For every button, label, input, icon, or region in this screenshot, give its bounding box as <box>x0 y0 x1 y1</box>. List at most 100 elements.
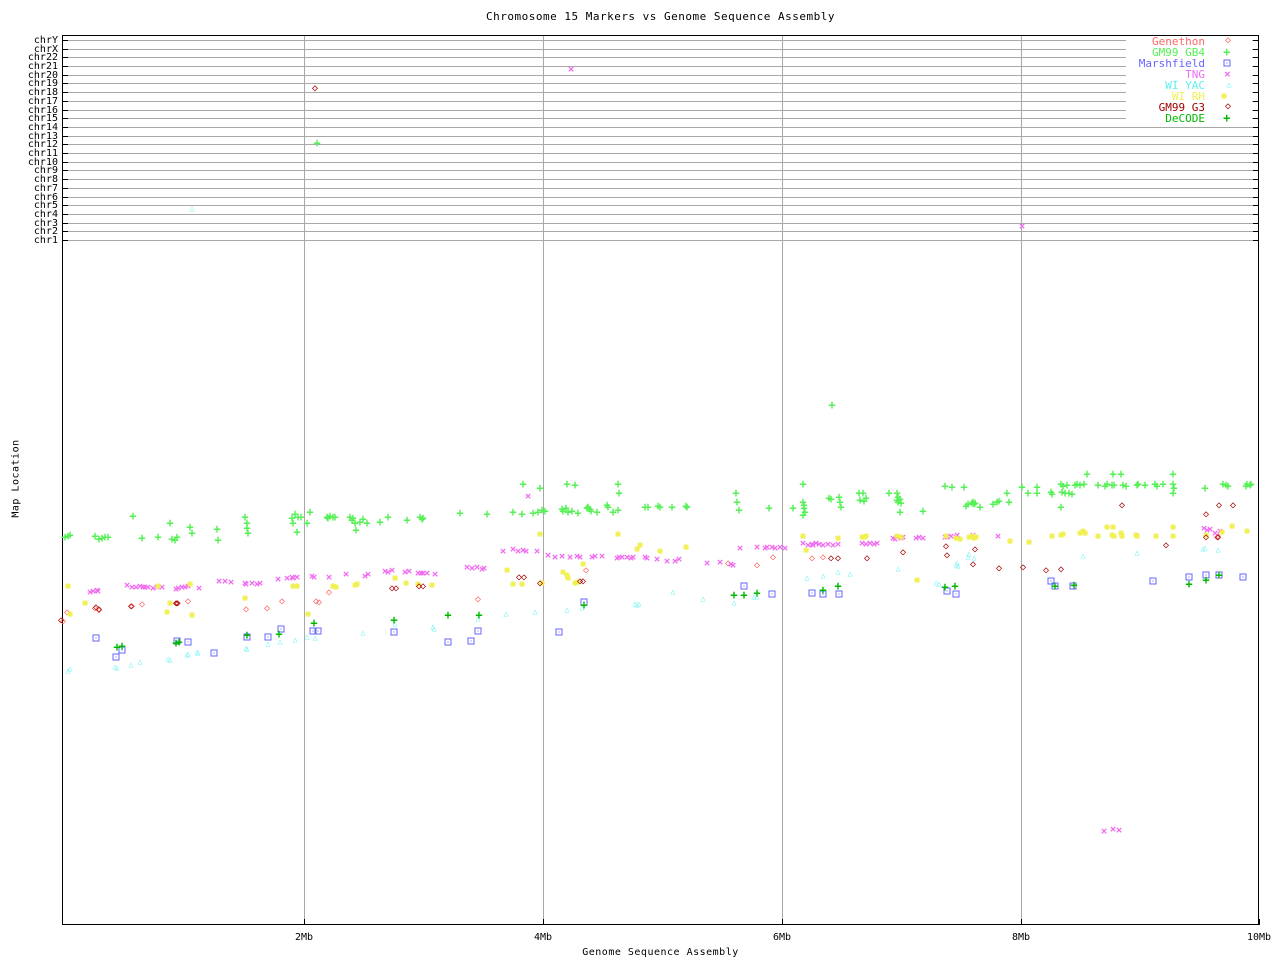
data-point-gm99-g3: ◇ <box>827 553 835 564</box>
data-point-gm99-gb4: + <box>293 525 301 539</box>
data-point-decode: + <box>730 588 738 602</box>
data-point-tng: × <box>598 549 606 563</box>
data-point-gm99-gb4: + <box>376 515 384 529</box>
data-point-wi-yac: △ <box>1080 551 1086 560</box>
data-point-marshfield <box>210 649 218 657</box>
data-point-gm99-gb4: + <box>66 528 74 542</box>
data-point-wi-rh: × + <box>428 578 436 592</box>
data-point-gm99-gb4: + <box>518 507 526 521</box>
data-point-gm99-gb4: + <box>541 504 549 518</box>
data-point-wi-yac: △ <box>312 633 318 642</box>
data-point-gm99-gb4: + <box>214 533 222 547</box>
data-point-tng: × <box>1100 824 1108 838</box>
data-point-gm99-gb4: + <box>419 511 427 525</box>
data-point-wi-rh: × + <box>897 530 905 544</box>
data-point-tng: × <box>873 536 881 550</box>
data-point-gm99-gb4: + <box>129 509 137 523</box>
left-tick-chr18 <box>62 92 68 93</box>
data-point-wi-yac: △ <box>265 639 271 648</box>
data-point-tng: × <box>643 551 651 565</box>
right-tick-chr6 <box>1253 197 1259 198</box>
data-point-wi-yac: △ <box>185 649 191 658</box>
data-point-tng: × <box>919 531 927 545</box>
left-tick-chr15 <box>62 118 68 119</box>
left-tick-chr8 <box>62 179 68 180</box>
data-point-wi-rh: × + <box>862 529 870 543</box>
right-tick-chr4 <box>1253 214 1259 215</box>
data-point-gm99-gb4: + <box>509 505 517 519</box>
left-tick-chr22 <box>62 57 68 58</box>
data-point-gm99-gb4: + <box>1247 477 1255 491</box>
data-point-gm99-gb4: + <box>885 486 893 500</box>
data-point-gm99-g3: ◇ <box>1202 509 1210 520</box>
data-point-decode: + <box>1202 573 1210 587</box>
data-point-gm99-g3: ◇ <box>520 572 528 583</box>
data-point-decode: + <box>444 608 452 622</box>
data-point-tng: × <box>274 572 282 586</box>
data-point-tng: × <box>423 566 431 580</box>
data-point-wi-yac: △ <box>128 660 134 669</box>
data-point-marshfield <box>92 634 100 642</box>
data-point-decode: + <box>390 613 398 627</box>
data-point-gm99-gb4: + <box>765 501 773 515</box>
data-point-gm99-g3: ◇ <box>1042 565 1050 576</box>
data-point-wi-rh: × + <box>913 573 921 587</box>
legend-marker-plus: + <box>1223 111 1231 125</box>
chromosome-row-label: chr1 <box>33 235 58 246</box>
data-point-tng: × <box>195 581 203 595</box>
data-point-genethon: ◇ <box>138 599 146 610</box>
data-point-gm99-gb4: + <box>188 526 196 540</box>
right-tick-chr2 <box>1253 231 1259 232</box>
data-point-gm99-gb4: + <box>313 136 321 150</box>
data-point-wi-yac: △ <box>360 628 366 637</box>
data-point-decode: + <box>310 616 318 630</box>
data-point-wi-yac: △ <box>700 594 706 603</box>
right-tick-chr10 <box>1253 162 1259 163</box>
data-point-wi-rh: × + <box>241 591 249 605</box>
right-tick-chr19 <box>1253 83 1259 84</box>
data-point-wi-rh: × + <box>1169 529 1177 543</box>
data-point-wi-rh: × + <box>1094 529 1102 543</box>
data-point-genethon: ◇ <box>184 596 192 607</box>
data-point-tng: × <box>544 548 552 562</box>
data-point-tng: × <box>591 549 599 563</box>
data-point-wi-yac: △ <box>195 648 201 657</box>
x-tick-label: 6Mb <box>772 932 792 943</box>
data-point-gm99-g3: ◇ <box>943 550 951 561</box>
data-point-decode: + <box>475 608 483 622</box>
data-point-gm99-gb4: + <box>536 481 544 495</box>
data-point-wi-yac: △ <box>167 655 173 664</box>
right-tick-chr15 <box>1253 118 1259 119</box>
data-point-gm99-gb4: + <box>154 530 162 544</box>
right-tick-chr13 <box>1253 136 1259 137</box>
data-point-wi-rh: × + <box>402 576 410 590</box>
data-point-wi-rh: × + <box>154 579 162 593</box>
data-point-wi-yac: △ <box>304 632 310 641</box>
data-point-tng: × <box>716 555 724 569</box>
data-point-gm99-g3: ◇ <box>1202 532 1210 543</box>
data-point-gm99-g3: ◇ <box>1214 532 1222 543</box>
data-point-gm99-gb4: + <box>384 510 392 524</box>
data-point-genethon: ◇ <box>315 597 323 608</box>
data-point-gm99-gb4: + <box>1159 477 1167 491</box>
data-point-gm99-gb4: + <box>976 500 984 514</box>
right-tick-chr12 <box>1253 144 1259 145</box>
data-point-gm99-gb4: + <box>919 504 927 518</box>
data-point-gm99-gb4: + <box>403 513 411 527</box>
data-point-wi-yac: △ <box>847 569 853 578</box>
data-point-tng: × <box>729 558 737 572</box>
right-tick-chr9 <box>1253 170 1259 171</box>
data-point-gm99-g3: ◇ <box>863 553 871 564</box>
data-point-wi-rh: × + <box>353 577 361 591</box>
y-axis-label: Map Location <box>10 439 22 518</box>
left-tick-chr9 <box>62 170 68 171</box>
data-point-gm99-g3: ◇ <box>536 578 544 589</box>
right-tick-chr20 <box>1253 75 1259 76</box>
data-point-wi-rh: × + <box>293 579 301 593</box>
data-point-gm99-gb4: + <box>104 530 112 544</box>
data-point-gm99-gb4: + <box>828 398 836 412</box>
data-point-wi-yac: △ <box>1202 543 1208 552</box>
data-point-wi-rh: × + <box>1133 529 1141 543</box>
data-point-gm99-gb4: + <box>960 480 968 494</box>
data-point-wi-yac: △ <box>431 624 437 633</box>
